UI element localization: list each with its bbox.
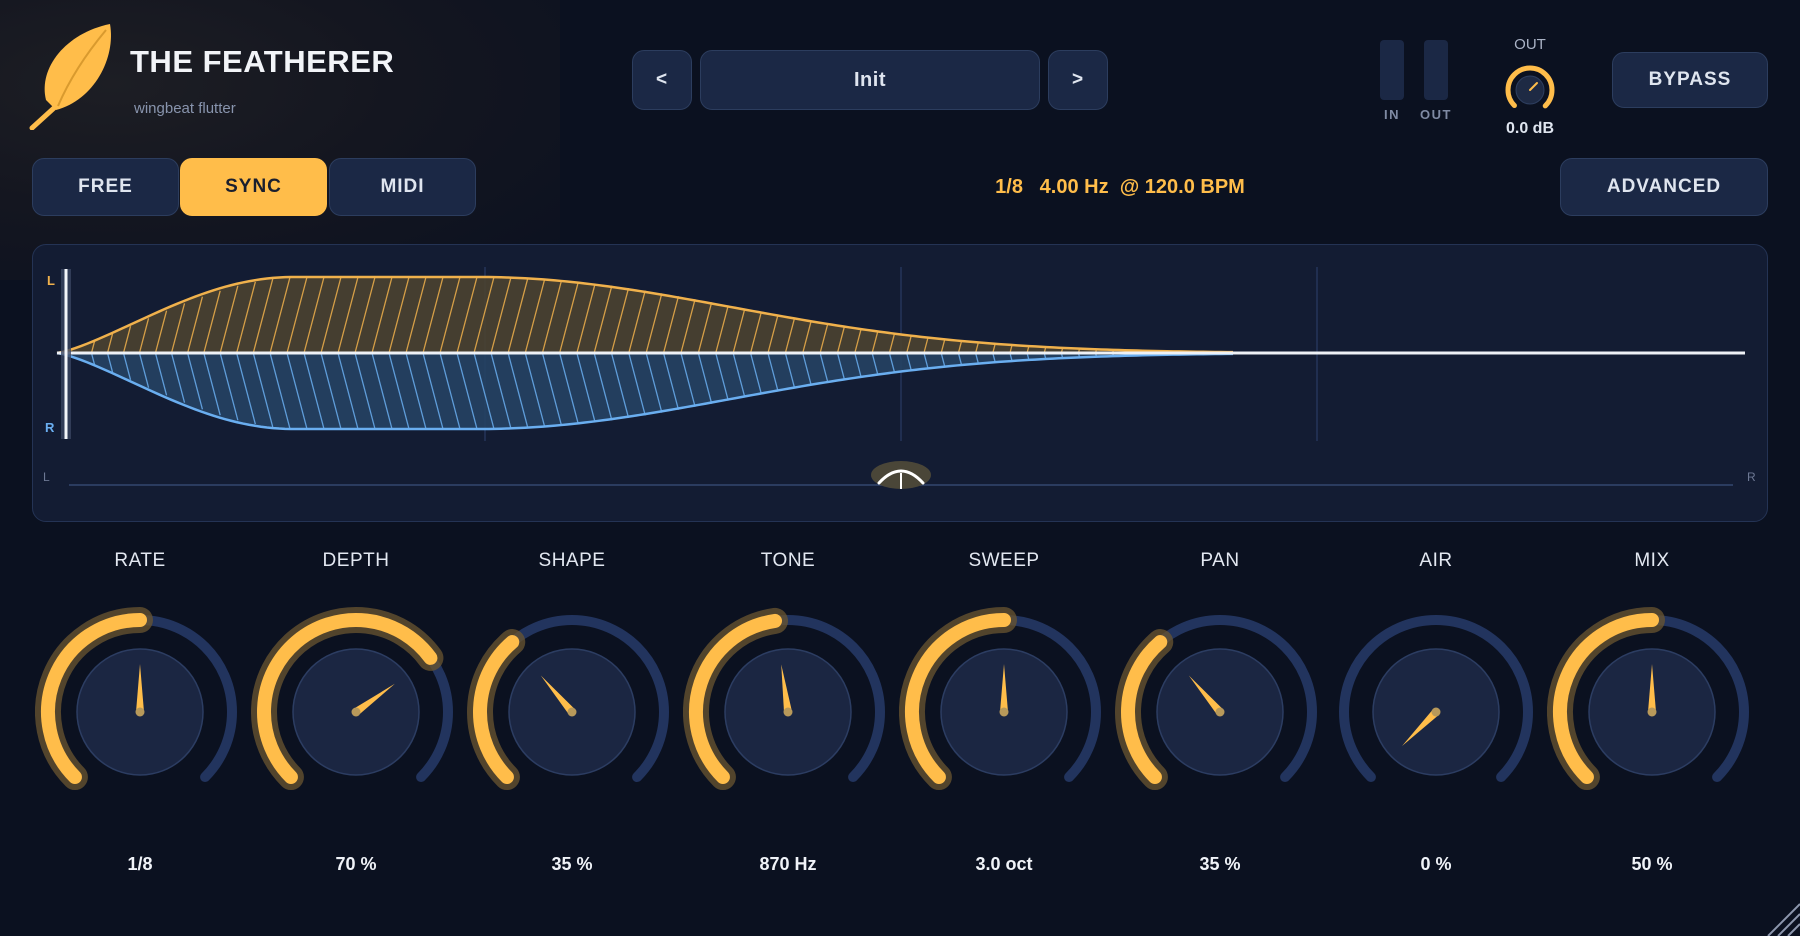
knob-depth[interactable] <box>251 600 461 820</box>
knob-hub <box>1647 707 1657 717</box>
left-channel-envelope <box>57 277 1233 353</box>
knob-label-sweep: SWEEP <box>968 550 1040 571</box>
knob-pan[interactable] <box>1115 600 1325 820</box>
knob-value-air: 0 % <box>1420 854 1452 874</box>
knob-label-tone: TONE <box>760 550 816 571</box>
knob-label-air: AIR <box>1419 550 1453 571</box>
knob-air[interactable] <box>1331 600 1541 820</box>
knob-value-mix: 50 % <box>1631 854 1673 874</box>
right-channel-envelope <box>57 353 1233 429</box>
app-title: THE FEATHERER <box>130 44 395 79</box>
knob-value-depth: 70 % <box>335 854 377 874</box>
input-meter-label: IN <box>1384 107 1400 122</box>
pan-right-label: R <box>1747 470 1756 484</box>
knob-shape[interactable] <box>467 600 677 820</box>
output-meter <box>1424 40 1448 100</box>
advanced-button[interactable]: ADVANCED <box>1560 158 1768 216</box>
preset-prev-button[interactable]: < <box>632 50 692 110</box>
knob-hub <box>1215 707 1225 717</box>
knob-label-pan: PAN <box>1200 550 1240 571</box>
output-gain-label: OUT <box>1514 36 1546 53</box>
knob-tone[interactable] <box>683 600 893 820</box>
mode-sync-button[interactable]: SYNC <box>180 158 327 216</box>
app-subtitle: wingbeat flutter <box>134 100 236 117</box>
knob-hub <box>351 707 361 717</box>
knob-hub <box>567 707 577 717</box>
mode-midi-button[interactable]: MIDI <box>329 158 476 216</box>
knob-value-pan: 35 % <box>1199 854 1241 874</box>
resize-handle-icon[interactable] <box>1756 892 1800 936</box>
left-channel-label: L <box>47 273 55 288</box>
knob-label-mix: MIX <box>1634 550 1670 571</box>
output-meter-label: OUT <box>1420 107 1452 122</box>
knob-value-sweep: 3.0 oct <box>975 854 1033 874</box>
output-gain-knob[interactable] <box>1502 62 1558 118</box>
mode-free-button[interactable]: FREE <box>32 158 179 216</box>
knob-hub <box>783 707 793 717</box>
sync-info-readout: 1/8 4.00 Hz @ 120.0 BPM <box>800 176 1440 199</box>
knob-label-rate: RATE <box>114 550 166 571</box>
knob-rate[interactable] <box>35 600 245 820</box>
knob-value-tone: 870 Hz <box>759 854 817 874</box>
knob-label-shape: SHAPE <box>538 550 606 571</box>
pan-left-label: L <box>43 470 50 484</box>
sync-tempo: @ 120.0 BPM <box>1119 176 1245 198</box>
preset-name-display[interactable]: Init <box>700 50 1040 110</box>
sync-division: 1/8 <box>995 176 1023 198</box>
bypass-button[interactable]: BYPASS <box>1612 52 1768 108</box>
knob-value-shape: 35 % <box>551 854 593 874</box>
pan-slider-handle[interactable] <box>871 461 931 489</box>
preset-next-button[interactable]: > <box>1048 50 1108 110</box>
input-meter <box>1380 40 1404 100</box>
right-channel-label: R <box>45 420 55 435</box>
knob-value-rate: 1/8 <box>127 854 153 874</box>
feather-display[interactable]: L R L R <box>32 244 1768 522</box>
knob-mix[interactable] <box>1547 600 1757 820</box>
feather-logo-icon <box>29 24 111 130</box>
knob-sweep[interactable] <box>899 600 1109 820</box>
sync-rate: 4.00 Hz <box>1039 176 1109 198</box>
output-gain-value: 0.0 dB <box>1505 120 1554 137</box>
knob-hub <box>135 707 145 717</box>
knob-hub <box>999 707 1009 717</box>
knob-label-depth: DEPTH <box>322 550 390 571</box>
knob-hub <box>1431 707 1441 717</box>
